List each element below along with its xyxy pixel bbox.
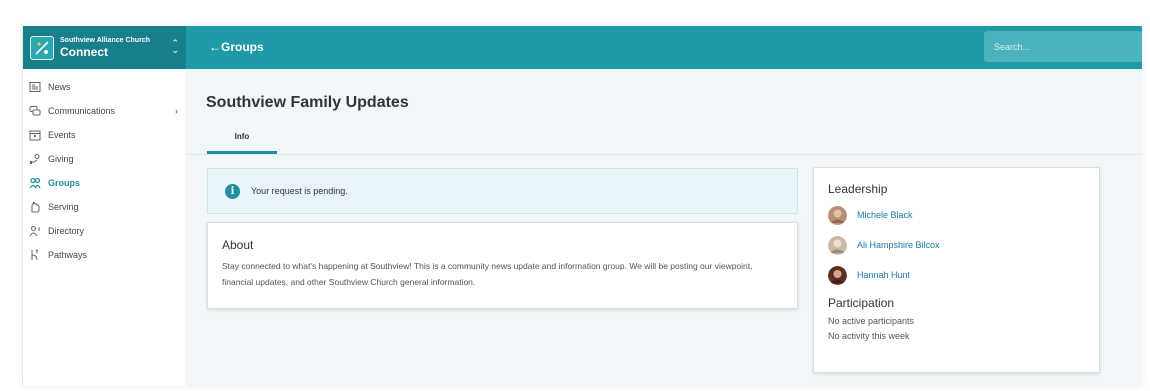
leader-link[interactable]: Hannah Hunt (857, 270, 910, 280)
connect-logo-icon (30, 35, 54, 60)
chevron-right-icon: › (175, 106, 178, 116)
tabs-divider (186, 154, 1142, 155)
sidebar-item-label: News (48, 82, 71, 92)
org-name: Southview Alliance Church (60, 37, 150, 44)
back-to-groups-link[interactable]: ←Groups (209, 40, 264, 54)
leader-link[interactable]: Ali Hampshire Bilcox (857, 240, 940, 250)
leader-item: Michele Black (828, 200, 1085, 230)
sidebar-item-label: Serving (48, 202, 79, 212)
sidebar: News Communications › Events Giving Grou… (23, 69, 186, 386)
sidebar-item-label: Directory (48, 226, 85, 236)
leader-link[interactable]: Michele Black (857, 210, 913, 220)
hand-icon (28, 200, 42, 214)
sidebar-item-serving[interactable]: Serving (28, 197, 178, 217)
sidebar-item-label: Giving (48, 154, 74, 164)
avatar (828, 205, 847, 225)
tab-info[interactable]: Info (207, 126, 277, 153)
sidebar-item-pathways[interactable]: Pathways (28, 245, 178, 265)
org-switcher[interactable]: Southview Alliance Church Connect ⌃ ⌄ (23, 26, 186, 69)
chevron-up-down-icon: ⌃ ⌄ (171, 38, 179, 55)
search-input[interactable] (984, 31, 1142, 62)
activity-status: No activity this week (828, 331, 910, 341)
sidebar-item-label: Groups (48, 178, 81, 188)
about-description: Stay connected to what's happening at So… (222, 261, 753, 287)
pending-request-alert: i Your request is pending. (207, 168, 798, 214)
info-icon: i (225, 183, 240, 199)
participation-status: No active participants (828, 316, 915, 326)
sidebar-item-label: Pathways (48, 250, 88, 260)
main-content: Southview Family Updates Info i Your req… (186, 69, 1142, 386)
page-title: Southview Family Updates (206, 94, 409, 111)
alert-message: Your request is pending. (251, 186, 348, 196)
sidebar-item-giving[interactable]: Giving (28, 149, 178, 169)
sidebar-item-label: Communications (48, 106, 116, 116)
sidebar-item-events[interactable]: Events (28, 125, 178, 145)
app-name: Connect (60, 45, 108, 59)
calendar-icon (28, 128, 42, 142)
sidebar-item-directory[interactable]: Directory (28, 221, 178, 241)
person-list-icon (28, 224, 42, 238)
avatar (828, 265, 847, 285)
sidebar-item-communications[interactable]: Communications › (28, 101, 178, 121)
leader-item: Hannah Hunt (828, 260, 1085, 290)
about-heading: About (222, 238, 254, 252)
pathway-icon (28, 248, 42, 262)
leader-item: Ali Hampshire Bilcox (828, 230, 1085, 260)
sidebar-item-groups[interactable]: Groups (28, 173, 178, 193)
about-card: About Stay connected to what's happening… (207, 222, 798, 309)
top-bar: Southview Alliance Church Connect ⌃ ⌄ ←Gr… (23, 26, 1142, 69)
chat-icon (28, 104, 42, 118)
sidebar-item-label: Events (48, 130, 76, 140)
participation-heading: Participation (828, 296, 895, 310)
people-icon (28, 176, 42, 190)
avatar (828, 235, 847, 255)
sidebar-item-news[interactable]: News (28, 77, 178, 97)
hand-heart-icon (28, 152, 42, 166)
newspaper-icon (28, 80, 42, 94)
leadership-card: Leadership Michele Black Ali Hampshire B… (813, 167, 1100, 373)
app-window: Southview Alliance Church Connect ⌃ ⌄ ←Gr… (22, 26, 1142, 386)
leadership-heading: Leadership (828, 182, 888, 196)
